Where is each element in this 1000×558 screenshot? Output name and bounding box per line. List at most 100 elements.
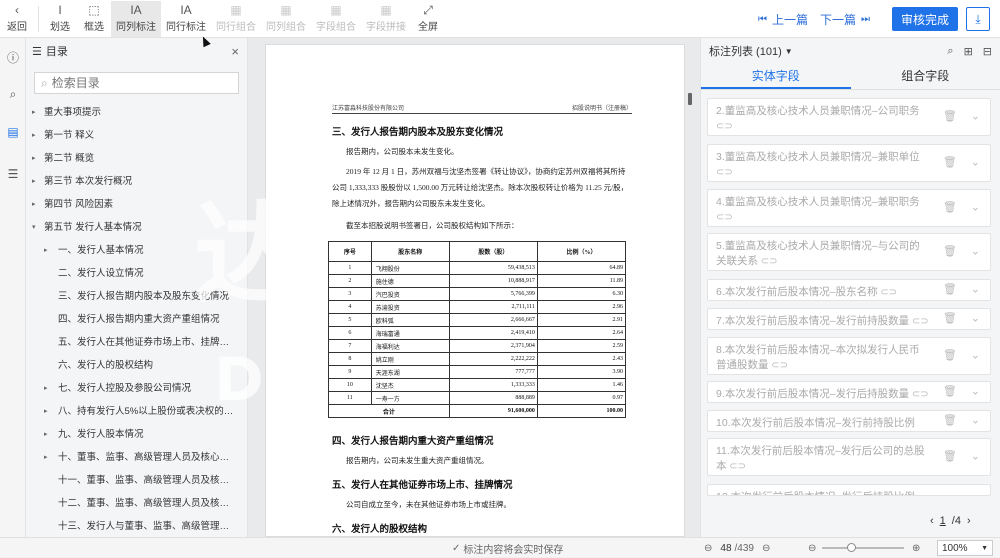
field-card[interactable]: 5.董监高及核心技术人员兼职情况–与公司的关联关系 ⊂⊃🗑⌄ — [707, 233, 991, 271]
chevron-down-icon[interactable]: ⌄ — [971, 156, 980, 171]
toc-item[interactable]: 六、发行人的股权结构 — [58, 359, 238, 373]
toc-item[interactable]: 第三节 本次发行概况 — [44, 175, 238, 189]
tab-entity-fields[interactable]: 实体字段 — [701, 64, 851, 89]
caret-down-icon[interactable]: ▼ — [785, 47, 793, 56]
toc-item[interactable]: 五、发行人在其他证券市场上市、挂牌情况 — [58, 336, 238, 350]
toc-item[interactable]: 第一节 释义 — [44, 129, 238, 143]
caret-icon[interactable]: ▸ — [44, 244, 48, 258]
caret-icon[interactable]: ▾ — [32, 221, 36, 235]
caret-icon[interactable]: ▸ — [44, 428, 48, 442]
zoom-select[interactable]: 100% ▼ — [937, 540, 993, 556]
toc-item[interactable]: 四、发行人报告期内重大资产重组情况 — [58, 313, 238, 327]
chevron-right-icon[interactable]: › — [967, 515, 971, 527]
document-icon[interactable]: ▤ — [5, 124, 21, 140]
toc-item[interactable]: 二、发行人设立情况 — [58, 267, 238, 281]
caret-icon[interactable]: ▸ — [44, 451, 48, 465]
tool-3-button[interactable]: IA同列标注 — [111, 1, 161, 37]
caret-icon[interactable]: ▸ — [32, 175, 36, 189]
search-icon[interactable]: ⌕ — [947, 45, 953, 58]
chevron-down-icon[interactable]: ⌄ — [971, 201, 980, 216]
field-card[interactable]: 7.本次发行前后股本情况–发行前持股数量 ⊂⊃🗑⌄ — [707, 308, 991, 330]
toc-item[interactable]: 九、发行人股本情况 — [58, 428, 238, 442]
field-card[interactable]: 2.董监高及核心技术人员兼职情况–公司职务 ⊂⊃🗑⌄ — [707, 98, 991, 136]
chevron-down-icon[interactable]: ⌄ — [971, 110, 980, 125]
toc-item[interactable]: 十三、发行人与董事、监事、高级管理人员... — [58, 520, 238, 534]
tool-1-button[interactable]: I划选 — [43, 1, 77, 37]
tool-9-button[interactable]: ⤢全屏 — [411, 1, 445, 37]
trash-icon[interactable]: 🗑 — [943, 110, 957, 125]
document-scrollbar[interactable] — [688, 93, 692, 105]
field-card[interactable]: 3.董监高及核心技术人员兼职情况–兼职单位 ⊂⊃🗑⌄ — [707, 144, 991, 182]
chevron-down-icon[interactable]: ⌄ — [971, 349, 980, 364]
collapse-icon[interactable]: ⊟ — [983, 45, 992, 58]
prev-doc-button[interactable]: ⏮ 上一篇 — [758, 0, 808, 38]
close-icon[interactable]: × — [231, 44, 239, 59]
toc-item[interactable]: 第五节 发行人基本情况 — [44, 221, 238, 235]
tool-2-button[interactable]: ⬚框选 — [77, 1, 111, 37]
field-card[interactable]: 9.本次发行前后股本情况–发行后持股数量 ⊂⊃🗑⌄ — [707, 381, 991, 403]
toc-item[interactable]: 第四节 风险因素 — [44, 198, 238, 212]
toc-item[interactable]: 七、发行人控股及参股公司情况 — [58, 382, 238, 396]
field-card[interactable]: 8.本次发行前后股本情况–本次拟发行人民币普通股数量 ⊂⊃🗑⌄ — [707, 337, 991, 375]
next-doc-button[interactable]: 下一篇 ⏭ — [820, 0, 870, 38]
chevron-down-icon[interactable]: ⌄ — [971, 414, 980, 429]
chevron-down-icon[interactable]: ⌄ — [971, 312, 980, 327]
caret-icon[interactable]: ▸ — [32, 152, 36, 166]
list-icon[interactable]: ☰ — [5, 166, 21, 182]
chevron-down-icon[interactable]: ⌄ — [971, 385, 980, 400]
field-card[interactable]: 11.本次发行前后股本情况–发行后公司的总股本 ⊂⊃🗑⌄ — [707, 438, 991, 476]
approve-button[interactable]: 审核完成 — [892, 7, 958, 31]
toc-search-input[interactable] — [52, 76, 202, 90]
caret-icon[interactable]: ▸ — [32, 129, 36, 143]
chevron-down-icon[interactable]: ⌄ — [971, 450, 980, 465]
field-actions: 🗑⌄ — [943, 245, 980, 260]
zoom-in-icon[interactable]: ⊕ — [912, 538, 920, 558]
trash-icon[interactable]: 🗑 — [943, 312, 957, 327]
back-button[interactable]: ‹ 返回 — [0, 1, 34, 37]
toc-item[interactable]: 第二节 概览 — [44, 152, 238, 166]
chevron-down-icon[interactable]: ⌄ — [971, 245, 980, 260]
zoom-slider-handle[interactable] — [847, 543, 856, 552]
field-actions: 🗑⌄ — [943, 312, 980, 327]
field-card[interactable]: 4.董监高及核心技术人员兼职情况–兼职职务 ⊂⊃🗑⌄ — [707, 189, 991, 227]
chevron-down-icon[interactable]: ⌄ — [971, 283, 980, 298]
info-icon[interactable]: ⓘ — [5, 50, 21, 66]
caret-icon[interactable]: ▸ — [32, 198, 36, 212]
trash-icon[interactable]: 🗑 — [943, 414, 957, 429]
trash-icon[interactable]: 🗑 — [943, 201, 957, 216]
toc-item[interactable]: 十一、董事、监事、高级管理人员及核心技... — [58, 474, 238, 488]
search-icon[interactable]: ⌕ — [5, 86, 21, 102]
tool-4-button[interactable]: IA同行标注 — [161, 1, 211, 37]
page-down-icon[interactable]: ⊖ — [762, 543, 770, 554]
zoom-out-icon[interactable]: ⊖ — [808, 538, 816, 558]
tool-7-button[interactable]: ▦字段组合 — [311, 1, 361, 37]
toc-item[interactable]: 十、董事、监事、高级管理人员及核心技术... — [58, 451, 238, 465]
trash-icon[interactable]: 🗑 — [943, 245, 957, 260]
trash-icon[interactable]: 🗑 — [943, 156, 957, 171]
zoom-slider[interactable] — [822, 547, 904, 549]
document-viewer[interactable]: 江苏富淼科技股份有限公司 招股说明书（注册稿） 三、发行人报告期内股本及股东变化… — [248, 38, 700, 537]
toc-item[interactable]: 重大事项提示 — [44, 106, 238, 120]
toc-item[interactable]: 一、发行人基本情况 — [58, 244, 238, 258]
tool-8-button[interactable]: ▦字段拼接 — [361, 1, 411, 37]
tool-5-button[interactable]: ▦同行组合 — [211, 1, 261, 37]
trash-icon[interactable]: 🗑 — [943, 349, 957, 364]
field-card[interactable]: 12.本次发行前后股本情况–发行后持股比例 ⊂⊃ — [707, 484, 991, 496]
field-card[interactable]: 10.本次发行前后股本情况–发行前持股比例 ⊂⊃🗑⌄ — [707, 410, 991, 432]
toc-item[interactable]: 三、发行人报告期内股本及股东变化情况 — [58, 290, 238, 304]
caret-icon[interactable]: ▸ — [32, 106, 36, 120]
caret-icon[interactable]: ▸ — [44, 382, 48, 396]
toc-item[interactable]: 十二、董事、监事、高级管理人员及核心技... — [58, 497, 238, 511]
toc-item[interactable]: 八、持有发行人5%以上股份或表决权的主要... — [58, 405, 238, 419]
trash-icon[interactable]: 🗑 — [943, 283, 957, 298]
field-card[interactable]: 6.本次发行前后股本情况–股东名称 ⊂⊃🗑⌄ — [707, 279, 991, 301]
tool-6-button[interactable]: ▦同列组合 — [261, 1, 311, 37]
tab-group-fields[interactable]: 组合字段 — [851, 64, 1000, 89]
page-up-icon[interactable]: ⊖ — [704, 543, 712, 554]
caret-icon[interactable]: ▸ — [44, 405, 48, 419]
trash-icon[interactable]: 🗑 — [943, 450, 957, 465]
chevron-left-icon[interactable]: ‹ — [930, 515, 934, 527]
trash-icon[interactable]: 🗑 — [943, 385, 957, 400]
expand-icon[interactable]: ⊞ — [964, 45, 973, 58]
download-button[interactable]: ⤓ — [966, 7, 990, 31]
